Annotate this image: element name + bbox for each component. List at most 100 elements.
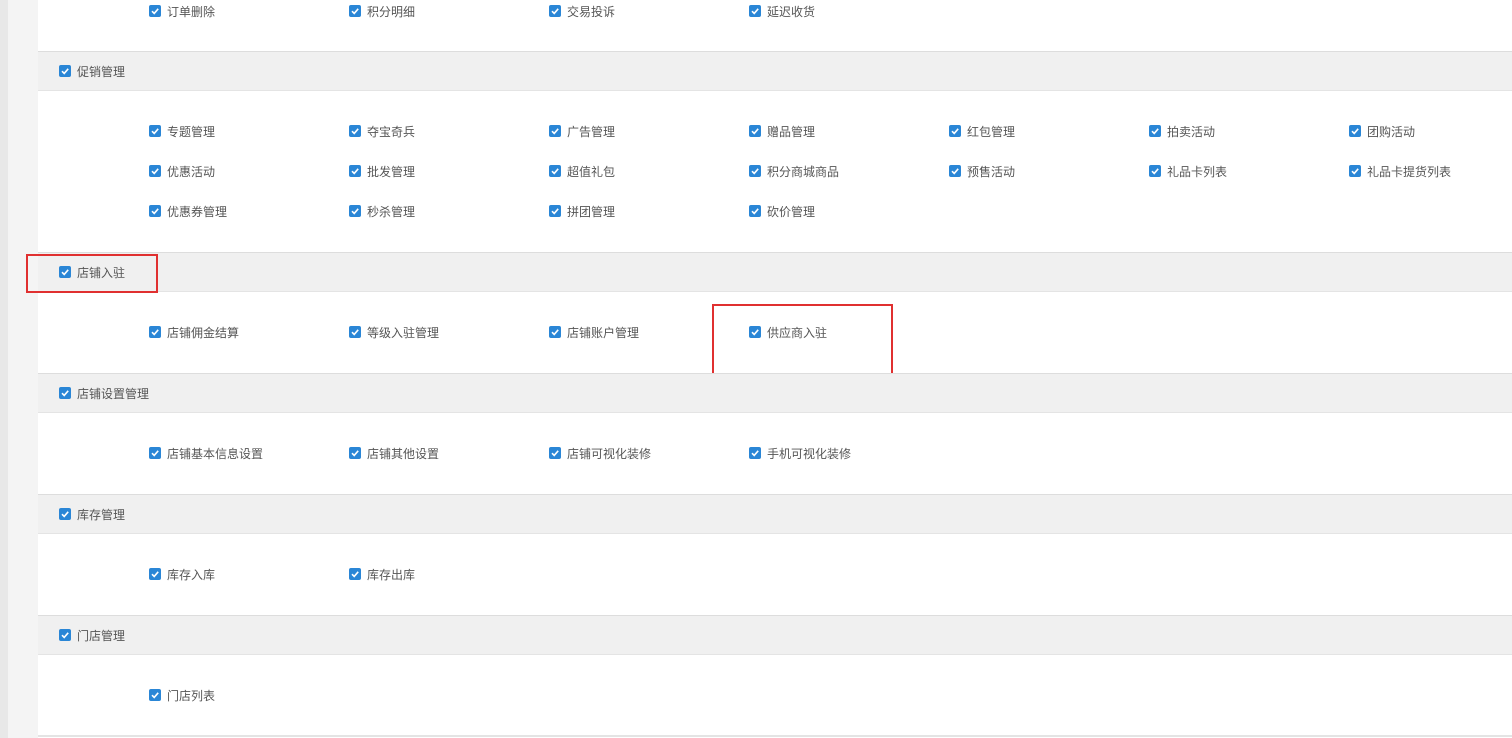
section-toggle-stores[interactable]: 门店管理 (59, 625, 125, 645)
permission-item-value-pack[interactable]: 超值礼包 (549, 161, 615, 181)
checked-checkbox-icon[interactable] (349, 125, 361, 137)
section-header-store-settings (38, 373, 1512, 413)
permission-item-store-commission[interactable]: 店铺佣金结算 (149, 322, 239, 342)
checked-checkbox-icon[interactable] (149, 326, 161, 338)
section-toggle-promotion[interactable]: 促销管理 (59, 61, 125, 81)
permission-item-store-account[interactable]: 店铺账户管理 (549, 322, 639, 342)
permission-item-level-entry[interactable]: 等级入驻管理 (349, 322, 439, 342)
checked-checkbox-icon[interactable] (1349, 165, 1361, 177)
permission-label: 预售活动 (967, 164, 1016, 179)
permission-item-store-visual-decor[interactable]: 店铺可视化装修 (549, 443, 651, 463)
permission-label: 手机可视化装修 (767, 446, 852, 461)
permission-item-red-packet[interactable]: 红包管理 (949, 121, 1015, 141)
checked-checkbox-icon[interactable] (949, 125, 961, 137)
permission-item-store-other-settings[interactable]: 店铺其他设置 (349, 443, 439, 463)
permission-label: 优惠券管理 (167, 204, 228, 219)
section-toggle-inventory[interactable]: 库存管理 (59, 504, 125, 524)
section-title: 促销管理 (77, 64, 126, 79)
permission-item-bargain[interactable]: 砍价管理 (749, 201, 815, 221)
permission-item-discount[interactable]: 优惠活动 (149, 161, 215, 181)
checked-checkbox-icon[interactable] (149, 205, 161, 217)
checked-checkbox-icon[interactable] (749, 447, 761, 459)
permission-item-points-detail[interactable]: 积分明细 (349, 1, 415, 21)
permission-item-mobile-visual-decor[interactable]: 手机可视化装修 (749, 443, 851, 463)
permission-item-team-buy[interactable]: 拼团管理 (549, 201, 615, 221)
checked-checkbox-icon[interactable] (349, 568, 361, 580)
permission-item-supplier-entry[interactable]: 供应商入驻 (749, 322, 827, 342)
checked-checkbox-icon[interactable] (59, 629, 71, 641)
permission-label: 库存出库 (367, 567, 416, 582)
permission-label: 礼品卡列表 (1167, 164, 1228, 179)
permission-label: 门店列表 (167, 688, 216, 703)
permission-item-delay-receipt[interactable]: 延迟收货 (749, 1, 815, 21)
permission-item-points-mall[interactable]: 积分商城商品 (749, 161, 839, 181)
checked-checkbox-icon[interactable] (749, 205, 761, 217)
checked-checkbox-icon[interactable] (59, 508, 71, 520)
left-scroll-rail (0, 0, 8, 738)
permission-label: 店铺其他设置 (367, 446, 440, 461)
section-toggle-store-entry[interactable]: 店铺入驻 (59, 262, 125, 282)
permission-label: 供应商入驻 (767, 325, 828, 340)
permission-label: 广告管理 (567, 124, 616, 139)
checked-checkbox-icon[interactable] (1149, 165, 1161, 177)
permission-item-store-list[interactable]: 门店列表 (149, 685, 215, 705)
checked-checkbox-icon[interactable] (59, 266, 71, 278)
checked-checkbox-icon[interactable] (149, 568, 161, 580)
checked-checkbox-icon[interactable] (1349, 125, 1361, 137)
checked-checkbox-icon[interactable] (749, 125, 761, 137)
checked-checkbox-icon[interactable] (349, 447, 361, 459)
permission-label: 店铺可视化装修 (567, 446, 652, 461)
checked-checkbox-icon[interactable] (549, 205, 561, 217)
permission-item-topic[interactable]: 专题管理 (149, 121, 215, 141)
checked-checkbox-icon[interactable] (549, 125, 561, 137)
permission-item-gift-card-pickup[interactable]: 礼品卡提货列表 (1349, 161, 1451, 181)
permission-label: 专题管理 (167, 124, 216, 139)
checked-checkbox-icon[interactable] (1149, 125, 1161, 137)
checked-checkbox-icon[interactable] (549, 5, 561, 17)
checked-checkbox-icon[interactable] (549, 447, 561, 459)
checked-checkbox-icon[interactable] (549, 165, 561, 177)
section-header-stores (38, 615, 1512, 655)
checked-checkbox-icon[interactable] (349, 205, 361, 217)
checked-checkbox-icon[interactable] (349, 165, 361, 177)
permission-item-gift-card-list[interactable]: 礼品卡列表 (1149, 161, 1227, 181)
permission-label: 赠品管理 (767, 124, 816, 139)
permission-label: 礼品卡提货列表 (1367, 164, 1452, 179)
section-toggle-store-settings[interactable]: 店铺设置管理 (59, 383, 149, 403)
permission-item-gifts[interactable]: 赠品管理 (749, 121, 815, 141)
checked-checkbox-icon[interactable] (349, 5, 361, 17)
checked-checkbox-icon[interactable] (149, 447, 161, 459)
checked-checkbox-icon[interactable] (949, 165, 961, 177)
permission-item-trade-complaint[interactable]: 交易投诉 (549, 1, 615, 21)
permission-item-presale[interactable]: 预售活动 (949, 161, 1015, 181)
permission-item-auction[interactable]: 拍卖活动 (1149, 121, 1215, 141)
permission-label: 拼团管理 (567, 204, 616, 219)
section-header-promotion (38, 51, 1512, 91)
permission-label: 店铺佣金结算 (167, 325, 240, 340)
permission-label: 夺宝奇兵 (367, 124, 416, 139)
permission-item-coupons[interactable]: 优惠券管理 (149, 201, 227, 221)
permission-item-stock-out[interactable]: 库存出库 (349, 564, 415, 584)
checked-checkbox-icon[interactable] (749, 165, 761, 177)
permission-item-wholesale[interactable]: 批发管理 (349, 161, 415, 181)
checked-checkbox-icon[interactable] (349, 326, 361, 338)
checked-checkbox-icon[interactable] (549, 326, 561, 338)
checked-checkbox-icon[interactable] (149, 165, 161, 177)
permission-item-group-buy[interactable]: 团购活动 (1349, 121, 1415, 141)
checked-checkbox-icon[interactable] (749, 326, 761, 338)
checked-checkbox-icon[interactable] (59, 387, 71, 399)
permission-label: 延迟收货 (767, 4, 816, 19)
section-title: 店铺入驻 (77, 265, 126, 280)
permission-item-order-delete[interactable]: 订单删除 (149, 1, 215, 21)
permission-item-flash-sale[interactable]: 秒杀管理 (349, 201, 415, 221)
permission-item-store-basic-info[interactable]: 店铺基本信息设置 (149, 443, 263, 463)
checked-checkbox-icon[interactable] (59, 65, 71, 77)
permission-item-ads[interactable]: 广告管理 (549, 121, 615, 141)
checked-checkbox-icon[interactable] (149, 5, 161, 17)
permission-item-treasure[interactable]: 夺宝奇兵 (349, 121, 415, 141)
checked-checkbox-icon[interactable] (749, 5, 761, 17)
checked-checkbox-icon[interactable] (149, 125, 161, 137)
permission-item-stock-in[interactable]: 库存入库 (149, 564, 215, 584)
permission-label: 砍价管理 (767, 204, 816, 219)
checked-checkbox-icon[interactable] (149, 689, 161, 701)
